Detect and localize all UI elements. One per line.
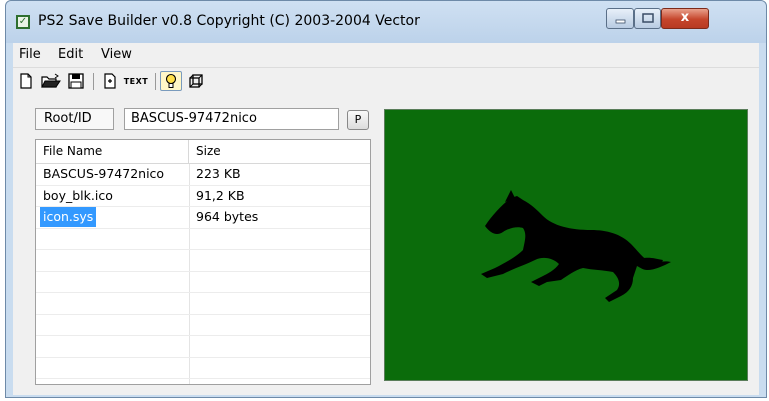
toolbar: TEXT (13, 68, 759, 94)
empty-row (36, 272, 370, 293)
add-file-icon (104, 73, 116, 89)
empty-row (36, 358, 370, 379)
title-bar[interactable]: ✓ PS2 Save Builder v0.8 Copyright (C) 20… (6, 1, 766, 43)
add-file-button[interactable] (99, 71, 121, 91)
file-list-rows: BASCUS-97472nico 223 KB boy_blk.ico 91,2… (36, 164, 370, 379)
column-header-size[interactable]: Size (189, 140, 370, 163)
file-name-cell: BASCUS-97472nico (43, 166, 165, 181)
open-folder-button[interactable] (40, 71, 62, 91)
file-size-cell: 964 bytes (196, 209, 259, 224)
cube-button[interactable] (185, 71, 207, 91)
close-icon: x (680, 10, 690, 25)
lightbulb-button[interactable] (160, 71, 182, 91)
lightbulb-icon (165, 73, 177, 88)
icon-preview-panel[interactable] (384, 109, 748, 381)
toolbar-separator (93, 73, 94, 90)
table-row[interactable]: BASCUS-97472nico 223 KB (36, 164, 370, 186)
client-area: File Edit View TEXT Root/ID BASCUS-97472… (13, 43, 759, 395)
table-row-selected[interactable]: icon.sys 964 bytes (36, 207, 370, 229)
file-list[interactable]: File Name Size BASCUS-97472nico 223 KB b… (35, 139, 371, 385)
menu-file[interactable]: File (19, 47, 41, 62)
menu-edit[interactable]: Edit (58, 47, 83, 62)
minimize-icon (615, 19, 626, 24)
app-check-icon: ✓ (16, 15, 30, 29)
horse-silhouette (481, 190, 671, 302)
window-title: PS2 Save Builder v0.8 Copyright (C) 2003… (38, 13, 420, 29)
empty-row (36, 293, 370, 315)
text-label: TEXT (123, 76, 149, 86)
empty-row (36, 315, 370, 336)
root-id-label: Root/ID (35, 108, 114, 130)
table-row[interactable]: boy_blk.ico 91,2 KB (36, 186, 370, 207)
empty-row (36, 336, 370, 358)
cube-icon (189, 74, 203, 88)
empty-row (36, 250, 370, 272)
maximize-button[interactable] (634, 8, 661, 29)
empty-row (36, 229, 370, 250)
app-window: ✓ PS2 Save Builder v0.8 Copyright (C) 20… (5, 0, 767, 398)
open-folder-icon (41, 73, 61, 88)
toolbar-separator (155, 73, 156, 90)
file-name-cell: icon.sys (40, 207, 97, 227)
file-size-cell: 223 KB (196, 166, 241, 181)
new-file-button[interactable] (15, 71, 37, 91)
file-name-cell: boy_blk.ico (43, 187, 113, 203)
save-button[interactable] (65, 71, 87, 91)
p-button[interactable]: P (347, 110, 369, 130)
new-file-icon (20, 73, 32, 89)
maximize-icon (642, 13, 654, 23)
file-size-cell: 91,2 KB (196, 187, 245, 203)
root-id-input[interactable]: BASCUS-97472nico (124, 108, 339, 130)
menu-view[interactable]: View (101, 47, 132, 62)
file-list-header: File Name Size (36, 140, 370, 164)
minimize-button[interactable] (606, 8, 634, 29)
close-button[interactable]: x (661, 8, 709, 29)
save-disk-icon (68, 73, 84, 89)
column-header-file-name[interactable]: File Name (36, 140, 189, 163)
text-button[interactable]: TEXT (122, 71, 150, 91)
menu-bar: File Edit View (13, 43, 759, 68)
